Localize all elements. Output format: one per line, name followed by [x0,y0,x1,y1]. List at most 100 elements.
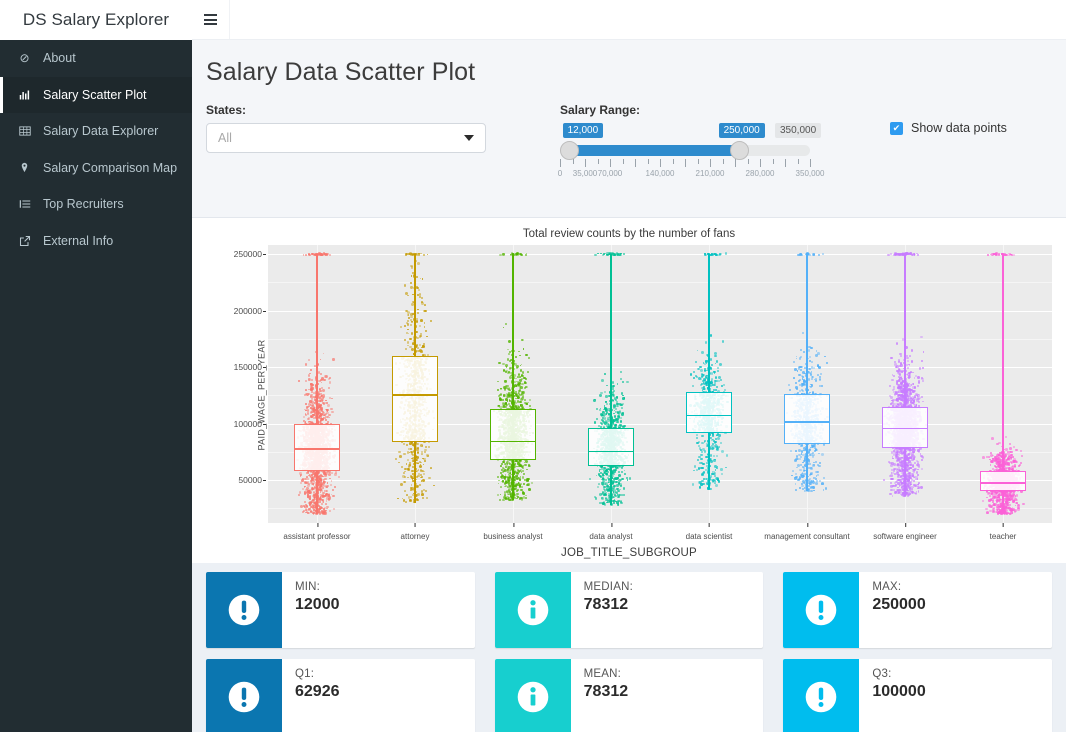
slider-high-handle[interactable] [730,141,749,160]
chart-data-point [308,359,310,361]
chart-data-point [621,471,623,473]
slider-track[interactable] [560,145,810,156]
chart-data-point [518,351,520,353]
chart-data-point [502,399,504,401]
sidebar-item-label: Salary Scatter Plot [43,88,147,102]
chart-data-point [307,412,309,414]
slider-tick-label: 350,000 [796,169,825,178]
chart-data-point [404,284,407,287]
chart-data-point [419,465,422,468]
chart-data-point [321,253,323,255]
slider-low-handle[interactable] [560,141,579,160]
sidebar-item-salary-scatter-plot[interactable]: Salary Scatter Plot [0,77,192,114]
chart-data-point [331,472,333,474]
chart-data-point [328,387,330,389]
chart-data-point [596,475,598,477]
sidebar-item-about[interactable]: ⊘About [0,40,192,77]
salary-range-slider[interactable]: 12,000250,000350,000035,00070,000140,000… [560,123,822,195]
sidebar-item-label: External Info [43,234,113,248]
sidebar-item-salary-comparison-map[interactable]: Salary Comparison Map [0,150,192,187]
chart-data-point [623,253,625,255]
slider-tick-label: 0 [558,169,562,178]
chart-data-point [417,447,419,449]
chart-data-point [522,470,524,472]
chart-data-point [526,469,528,471]
chart-data-point [322,476,324,478]
chart-category-group [366,245,464,523]
chart-data-point [425,490,427,492]
chart-data-point [303,254,305,256]
chart-data-point [403,499,405,501]
chart-data-point [516,490,518,492]
show-data-points-toggle[interactable]: ✔ Show data points [890,103,1007,135]
slider-tick-marks [560,159,810,167]
chart-data-point [409,338,411,340]
chart-data-point [304,478,306,480]
chart-box [490,409,535,460]
chart-data-point [526,484,529,487]
slider-selected-range [569,145,739,156]
checkbox-checked-icon[interactable]: ✔ [890,122,903,135]
chart-data-point [307,512,309,514]
chart-data-point [430,467,432,469]
chart-data-point [521,391,523,393]
chart-data-point [520,497,522,499]
chart-data-point [407,341,410,344]
chart-data-point [416,276,418,278]
chart-data-point [523,473,526,476]
sidebar-item-label: Top Recruiters [43,197,124,211]
chart-data-point [521,339,523,341]
chart-data-point [407,451,410,454]
chart-data-point [412,454,414,456]
chart-data-point [428,477,431,480]
chart-data-point [305,389,307,391]
slider-high-value-bubble: 250,000 [719,123,765,138]
chart-data-point [300,482,302,484]
slider-tick-labels: 035,00070,000140,000210,000280,000350,00… [560,169,810,181]
chart-data-point [328,473,331,476]
chart-data-point [504,380,507,383]
chart-data-point [516,466,518,468]
chart-data-point [406,494,408,496]
chart-median-line [392,394,437,395]
chart-data-point [331,480,333,482]
chart-data-point [497,476,499,478]
chart-data-point [425,446,427,448]
chart-data-point [520,365,522,367]
hamburger-icon[interactable] [192,0,230,39]
states-select[interactable]: All [206,123,486,153]
chart-data-point [410,324,412,326]
chart-data-point [321,387,323,389]
chart-data-point [420,350,423,353]
chart-data-point [311,411,313,413]
chart-plot-area: PAID_WAGE_PER_YEAR 500001000001500002000… [206,245,1052,545]
chart-data-point [307,481,309,483]
chart-data-point [306,472,308,474]
chart-data-point [426,336,428,338]
chart-data-point [321,382,323,384]
sidebar-item-top-recruiters[interactable]: Top Recruiters [0,186,192,223]
chart-data-point [407,477,409,479]
chart-data-point [427,254,429,256]
chart-data-point [327,482,329,484]
chart-data-point [328,414,331,417]
chart-data-point [331,398,333,400]
chart-data-point [332,495,334,497]
list-icon [17,198,32,210]
chart-data-point [516,498,518,500]
chart-data-point [523,348,525,350]
chart-data-point [422,445,424,447]
chart-category-group [268,245,366,523]
chart-data-point [622,381,624,383]
sidebar-item-salary-data-explorer[interactable]: Salary Data Explorer [0,113,192,150]
chart-data-point [423,343,425,345]
chart-data-point [309,490,311,492]
chart-title: Total review counts by the number of fan… [192,224,1066,245]
chart-data-point [419,325,421,327]
chart-data-point [308,403,311,406]
chart-data-point [498,483,500,485]
chart-data-point [597,253,599,255]
chart-data-point [311,391,313,393]
sidebar-item-external-info[interactable]: External Info [0,223,192,260]
chart-data-point [519,401,522,404]
